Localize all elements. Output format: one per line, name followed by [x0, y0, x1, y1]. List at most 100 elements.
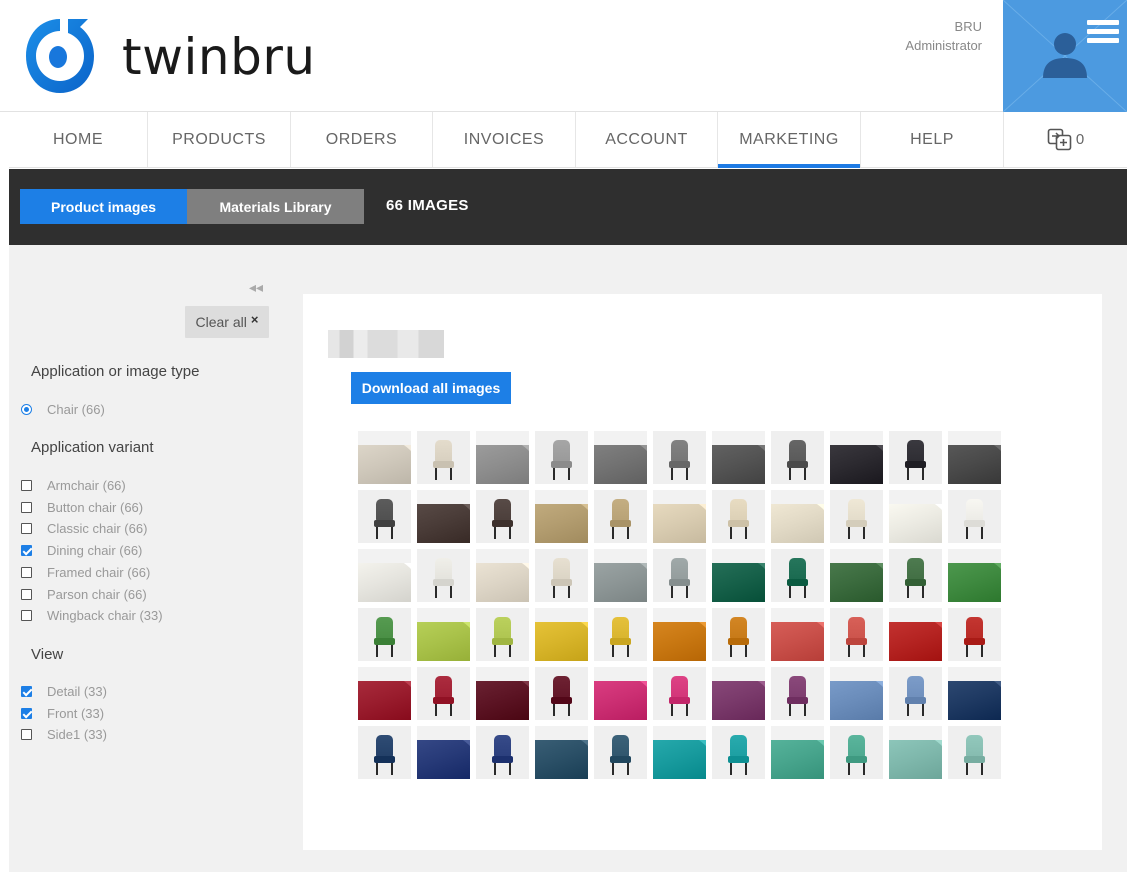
filter-option-side1[interactable]: Side1 (33) [21, 725, 107, 743]
image-tile-front[interactable] [771, 431, 824, 484]
image-tile-front[interactable] [948, 608, 1001, 661]
filter-option-armchair[interactable]: Armchair (66) [21, 476, 126, 494]
image-tile-front[interactable] [830, 490, 883, 543]
image-tile-detail[interactable] [417, 608, 470, 661]
checkbox[interactable] [21, 501, 32, 513]
image-tile-detail[interactable] [889, 608, 942, 661]
image-tile-detail[interactable] [535, 608, 588, 661]
filter-option-detail[interactable]: Detail (33) [21, 682, 107, 700]
image-tile-detail[interactable] [771, 490, 824, 543]
image-tile-detail[interactable] [948, 549, 1001, 602]
filter-option-front[interactable]: Front (33) [21, 704, 104, 722]
image-tile-front[interactable] [358, 726, 411, 779]
image-tile-front[interactable] [653, 667, 706, 720]
image-tile-front[interactable] [712, 726, 765, 779]
image-tile-front[interactable] [535, 431, 588, 484]
checkbox-checked[interactable] [21, 707, 32, 719]
tab-materials-library[interactable]: Materials Library [187, 189, 364, 224]
image-tile-detail[interactable] [417, 726, 470, 779]
nav-item-account[interactable]: ACCOUNT [576, 112, 718, 167]
filter-option-framed-chair[interactable]: Framed chair (66) [21, 563, 150, 581]
image-tile-front[interactable] [948, 490, 1001, 543]
image-tile-front[interactable] [358, 490, 411, 543]
image-tile-detail[interactable] [358, 549, 411, 602]
filter-option-button-chair[interactable]: Button chair (66) [21, 498, 143, 516]
image-tile-front[interactable] [948, 726, 1001, 779]
image-tile-detail[interactable] [712, 667, 765, 720]
image-tile-front[interactable] [712, 490, 765, 543]
image-tile-front[interactable] [889, 667, 942, 720]
checkbox[interactable] [21, 588, 32, 600]
nav-item-invoices[interactable]: INVOICES [433, 112, 576, 167]
filter-option-chair[interactable]: Chair (66) [21, 400, 105, 418]
image-tile-detail[interactable] [712, 431, 765, 484]
image-tile-detail[interactable] [653, 726, 706, 779]
checkbox-checked[interactable] [21, 544, 32, 556]
image-tile-detail[interactable] [594, 667, 647, 720]
image-tile-detail[interactable] [476, 667, 529, 720]
image-tile-detail[interactable] [830, 549, 883, 602]
radio-button[interactable] [21, 403, 32, 415]
nav-item-help[interactable]: HELP [861, 112, 1004, 167]
image-tile-detail[interactable] [535, 726, 588, 779]
checkbox[interactable] [21, 566, 32, 578]
image-tile-detail[interactable] [712, 549, 765, 602]
image-tile-detail[interactable] [830, 431, 883, 484]
image-tile-front[interactable] [653, 549, 706, 602]
image-tile-front[interactable] [358, 608, 411, 661]
image-tile-front[interactable] [594, 608, 647, 661]
hamburger-menu-icon[interactable] [1087, 20, 1119, 43]
brand-logo[interactable]: twinbru [22, 15, 316, 97]
collapse-sidebar-icon[interactable]: ◂◂ [249, 279, 263, 296]
image-tile-detail[interactable] [594, 431, 647, 484]
image-tile-detail[interactable] [889, 490, 942, 543]
image-tile-detail[interactable] [771, 608, 824, 661]
image-tile-front[interactable] [594, 726, 647, 779]
image-tile-front[interactable] [771, 549, 824, 602]
checkbox[interactable] [21, 522, 32, 534]
checkbox-checked[interactable] [21, 685, 32, 697]
image-tile-front[interactable] [535, 667, 588, 720]
image-tile-front[interactable] [771, 667, 824, 720]
image-tile-detail[interactable] [948, 667, 1001, 720]
image-tile-front[interactable] [830, 726, 883, 779]
image-tile-detail[interactable] [476, 549, 529, 602]
nav-item-home[interactable]: HOME [9, 112, 148, 167]
image-tile-detail[interactable] [889, 726, 942, 779]
image-tile-detail[interactable] [653, 490, 706, 543]
checkbox[interactable] [21, 728, 32, 740]
image-tile-detail[interactable] [358, 667, 411, 720]
image-tile-detail[interactable] [830, 667, 883, 720]
image-tile-detail[interactable] [358, 431, 411, 484]
image-tile-detail[interactable] [535, 490, 588, 543]
checkbox[interactable] [21, 609, 32, 621]
filter-option-classic-chair[interactable]: Classic chair (66) [21, 519, 147, 537]
image-tile-front[interactable] [830, 608, 883, 661]
image-tile-front[interactable] [535, 549, 588, 602]
checkbox[interactable] [21, 479, 32, 491]
nav-item-marketing[interactable]: MARKETING [718, 112, 861, 168]
image-basket[interactable]: 0 [1004, 112, 1127, 167]
image-tile-front[interactable] [476, 490, 529, 543]
image-tile-front[interactable] [476, 726, 529, 779]
filter-option-dining-chair[interactable]: Dining chair (66) [21, 541, 142, 559]
tab-product-images[interactable]: Product images [20, 189, 187, 224]
nav-item-products[interactable]: PRODUCTS [148, 112, 291, 167]
user-info[interactable]: BRU Administrator [905, 17, 982, 55]
image-tile-front[interactable] [417, 549, 470, 602]
image-tile-front[interactable] [889, 431, 942, 484]
clear-all-button[interactable]: Clear all × [185, 306, 269, 338]
image-tile-front[interactable] [712, 608, 765, 661]
image-tile-front[interactable] [417, 431, 470, 484]
image-tile-detail[interactable] [476, 431, 529, 484]
image-tile-detail[interactable] [948, 431, 1001, 484]
image-tile-front[interactable] [417, 667, 470, 720]
image-tile-front[interactable] [476, 608, 529, 661]
nav-item-orders[interactable]: ORDERS [291, 112, 433, 167]
image-tile-detail[interactable] [771, 726, 824, 779]
filter-option-parson-chair[interactable]: Parson chair (66) [21, 585, 147, 603]
image-tile-detail[interactable] [594, 549, 647, 602]
avatar[interactable] [1003, 0, 1127, 112]
download-all-button[interactable]: Download all images [351, 372, 511, 404]
image-tile-detail[interactable] [417, 490, 470, 543]
